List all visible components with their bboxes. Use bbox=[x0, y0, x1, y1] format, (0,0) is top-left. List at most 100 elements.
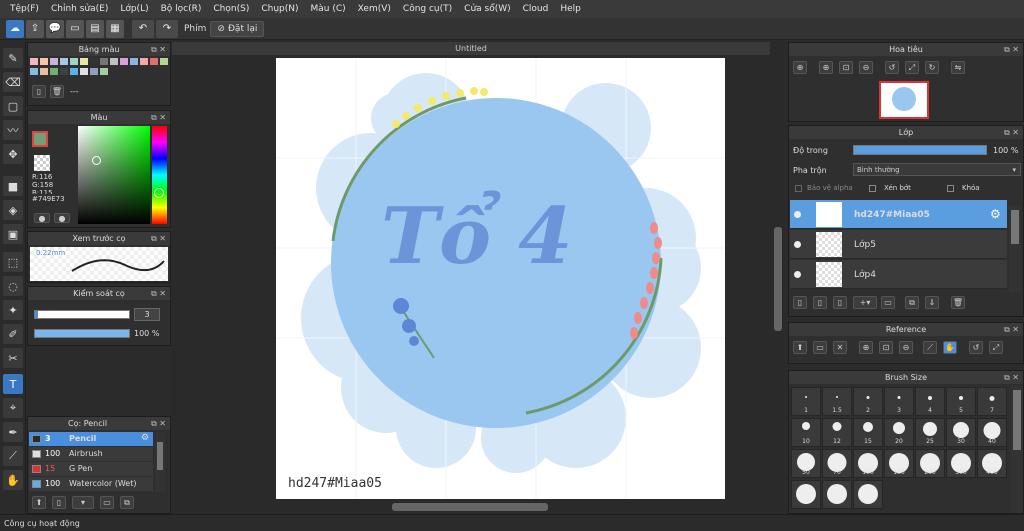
menu-filter[interactable]: Bộ lọc(R) bbox=[155, 4, 208, 14]
brush-size-cell[interactable]: 300 bbox=[946, 449, 976, 478]
menu-view[interactable]: Xem(V) bbox=[352, 4, 397, 14]
popout-icon[interactable]: ⧉ ✕ bbox=[1004, 323, 1019, 336]
brush-size-cell[interactable]: 50 bbox=[791, 449, 821, 478]
brush-size-cell[interactable]: 30 bbox=[946, 418, 976, 447]
palette-swatch[interactable] bbox=[80, 58, 88, 65]
hand-icon[interactable]: ✋ bbox=[3, 470, 23, 490]
fullscreen-icon[interactable]: ⤢ bbox=[905, 61, 919, 74]
brush-list-item[interactable]: 100 Airbrush bbox=[29, 447, 153, 461]
saturation-value-picker[interactable] bbox=[78, 126, 150, 224]
palette-swatch[interactable] bbox=[120, 58, 128, 65]
smudge-icon[interactable]: 〰 bbox=[3, 120, 23, 140]
rotate-right-icon[interactable]: ↻ bbox=[925, 61, 939, 74]
palette-swatch[interactable] bbox=[80, 68, 88, 75]
layer-row[interactable]: Lớp5 bbox=[790, 230, 1007, 259]
ref-up-icon[interactable]: ⬆ bbox=[793, 341, 807, 354]
visibility-icon[interactable] bbox=[794, 241, 801, 248]
popout-icon[interactable]: ⧉ ✕ bbox=[1004, 371, 1019, 384]
zoom-out-icon[interactable]: ⊖ bbox=[859, 61, 873, 74]
menu-window[interactable]: Cửa sổ(W) bbox=[458, 4, 516, 14]
palette-swatch[interactable] bbox=[130, 58, 138, 65]
brush-tool-icon[interactable]: ✎ bbox=[3, 48, 23, 68]
picker-cursor[interactable] bbox=[92, 156, 101, 165]
rotate-left-icon[interactable]: ↺ bbox=[885, 61, 899, 74]
ref-close-icon[interactable]: ✕ bbox=[833, 341, 847, 354]
ref-rotate-icon[interactable]: ↺ bbox=[969, 341, 983, 354]
trash-icon[interactable]: 🗑 bbox=[50, 85, 64, 98]
gear-icon[interactable]: ⚙ bbox=[141, 433, 149, 443]
palette-swatch[interactable] bbox=[140, 58, 148, 65]
menu-color[interactable]: Màu (C) bbox=[305, 4, 352, 14]
brush-list-scrollbar[interactable] bbox=[155, 432, 165, 492]
palette-swatch[interactable] bbox=[40, 58, 48, 65]
visibility-icon[interactable] bbox=[794, 211, 801, 218]
add-brush-icon[interactable]: ⬆ bbox=[32, 496, 46, 509]
new-layer-icon[interactable]: ▯ bbox=[793, 296, 807, 309]
menu-capture[interactable]: Chụp(N) bbox=[255, 4, 304, 14]
menu-tools[interactable]: Công cụ(T) bbox=[397, 4, 458, 14]
popout-icon[interactable]: ⧉ ✕ bbox=[1004, 43, 1019, 56]
palette-swatch[interactable] bbox=[30, 68, 38, 75]
navigator-thumbnail[interactable] bbox=[879, 81, 929, 119]
document-tab[interactable]: Untitled bbox=[172, 42, 770, 55]
brush-size-cell[interactable]: 10 bbox=[791, 418, 821, 447]
brush-list-item[interactable]: 15 G Pen bbox=[29, 462, 153, 476]
undo-icon[interactable]: ↶ bbox=[132, 19, 154, 38]
palette-swatch[interactable] bbox=[100, 68, 108, 75]
popout-icon[interactable]: ⧉ ✕ bbox=[151, 232, 166, 245]
blend-mode-select[interactable]: Bình thường ▾ bbox=[853, 163, 1021, 176]
color-mode-button[interactable]: ● bbox=[34, 213, 50, 223]
brush-size-cell[interactable]: 25 bbox=[915, 418, 945, 447]
pen-tool-icon[interactable]: ✒ bbox=[3, 422, 23, 442]
brush-menu-icon[interactable]: ▾ bbox=[72, 496, 94, 509]
brush-size-cell[interactable]: 150 bbox=[884, 449, 914, 478]
opacity-slider[interactable] bbox=[34, 329, 130, 338]
select-icon[interactable]: ⬚ bbox=[3, 252, 23, 272]
menu-cloud[interactable]: Cloud bbox=[517, 4, 555, 14]
menu-select[interactable]: Chọn(S) bbox=[207, 4, 255, 14]
color-mode-button-2[interactable]: ● bbox=[54, 213, 70, 223]
merge-icon[interactable]: ⇓ bbox=[925, 296, 939, 309]
new-layer3-icon[interactable]: ▯ bbox=[833, 296, 847, 309]
fit-icon[interactable]: ⊡ bbox=[839, 61, 853, 74]
new-layer2-icon[interactable]: ▯ bbox=[813, 296, 827, 309]
palette-swatch[interactable] bbox=[90, 68, 98, 75]
popout-icon[interactable]: ⧉ ✕ bbox=[151, 43, 166, 56]
protect-alpha-checkbox[interactable] bbox=[795, 185, 802, 192]
palette-swatch[interactable] bbox=[90, 58, 98, 65]
cloud-icon[interactable]: ☁ bbox=[6, 19, 24, 38]
menu-file[interactable]: Tệp(F) bbox=[4, 4, 45, 14]
brush-size-cell[interactable]: 4 bbox=[915, 387, 945, 416]
reset-button[interactable]: ⊘ Đặt lại bbox=[210, 20, 265, 37]
new-page-icon[interactable]: ▯ bbox=[32, 85, 46, 98]
ref-open-icon[interactable]: ▭ bbox=[813, 341, 827, 354]
popout-icon[interactable]: ⧉ ✕ bbox=[151, 287, 166, 300]
ref-zoom-out-icon[interactable]: ⊖ bbox=[899, 341, 913, 354]
panel-icon[interactable]: ▤ bbox=[86, 19, 104, 38]
menu-layer[interactable]: Lớp(L) bbox=[114, 4, 154, 14]
layer-scrollbar[interactable] bbox=[1009, 206, 1021, 292]
lock-checkbox[interactable] bbox=[947, 185, 954, 192]
palette-swatch[interactable] bbox=[150, 58, 158, 65]
hue-cursor[interactable] bbox=[154, 188, 164, 198]
brush-size-cell[interactable]: 7 bbox=[977, 387, 1007, 416]
select-eraser-icon[interactable]: ✂ bbox=[3, 348, 23, 368]
ref-fit-icon[interactable]: ⊡ bbox=[879, 341, 893, 354]
ref-eyedropper-icon[interactable]: ⟋ bbox=[923, 341, 937, 354]
brush-size-cell[interactable]: 200 bbox=[915, 449, 945, 478]
canvas-paper[interactable]: Tổ 4 hd247#Miaa05 bbox=[276, 58, 725, 499]
palette-swatch[interactable] bbox=[70, 68, 78, 75]
size-value[interactable]: 3 bbox=[134, 308, 160, 321]
palette-swatch[interactable] bbox=[70, 58, 78, 65]
ref-hand-icon[interactable]: ✋ bbox=[943, 341, 957, 354]
redo-icon[interactable]: ↷ bbox=[156, 19, 178, 38]
transparent-swatch[interactable] bbox=[34, 155, 50, 171]
brush-size-cell[interactable]: 40 bbox=[977, 418, 1007, 447]
layer-opacity-slider[interactable] bbox=[853, 145, 987, 155]
copy-layer-icon[interactable]: ⧉ bbox=[905, 296, 919, 309]
palette-swatch[interactable] bbox=[40, 68, 48, 75]
message-icon[interactable]: ▭ bbox=[66, 19, 84, 38]
menu-help[interactable]: Help bbox=[554, 4, 587, 14]
fill-shape-icon[interactable]: ■ bbox=[3, 176, 23, 196]
palette-swatch[interactable] bbox=[160, 58, 168, 65]
